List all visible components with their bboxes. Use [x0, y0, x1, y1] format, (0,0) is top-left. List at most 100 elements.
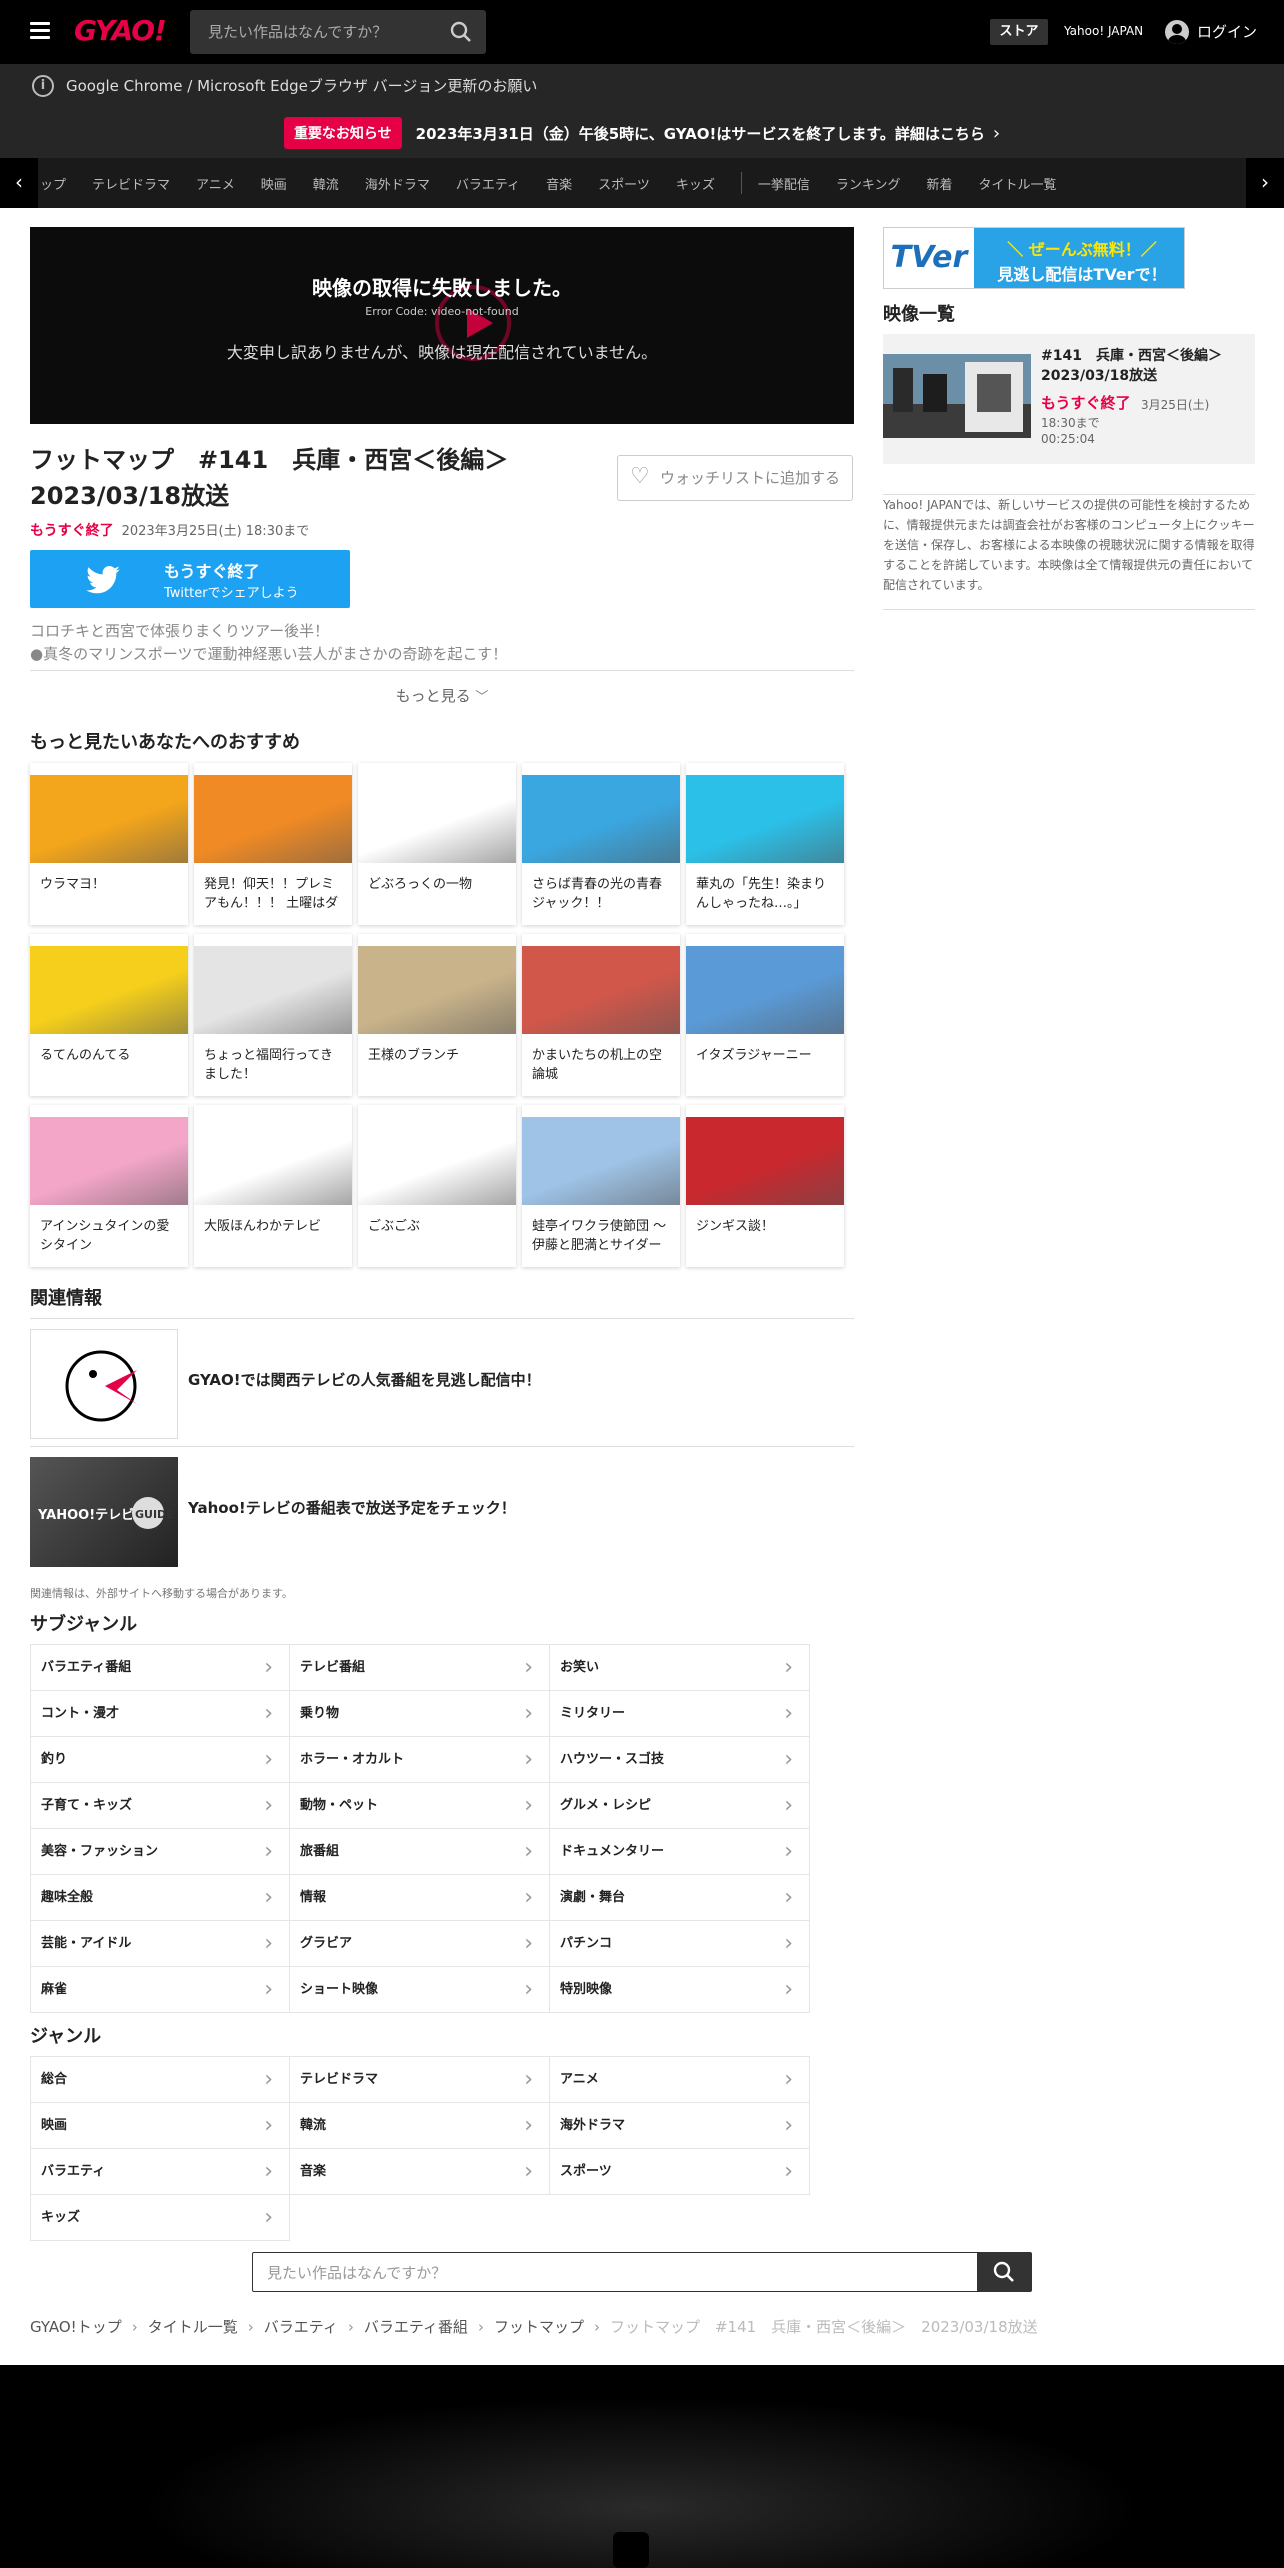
subgenre-item[interactable]: グラビア	[290, 1921, 550, 1967]
tver-line1: ＼ ぜーんぶ無料！／	[1007, 240, 1157, 259]
recommend-title: 大阪ほんわかテレビ	[204, 1219, 322, 1234]
genre-item[interactable]: 音楽	[290, 2149, 550, 2195]
genre-item[interactable]: テレビドラマ	[290, 2057, 550, 2103]
nav-item[interactable]: 映画	[261, 174, 287, 193]
recommend-card[interactable]: 王様のブランチ	[358, 934, 516, 1096]
nav-item[interactable]: ップ	[40, 174, 66, 193]
breadcrumb-link[interactable]: GYAO!トップ	[30, 2318, 122, 2336]
footer-handle-icon[interactable]	[613, 2532, 649, 2568]
subgenre-item[interactable]: パチンコ	[550, 1921, 810, 1967]
subgenre-item[interactable]: 釣り	[30, 1737, 290, 1783]
service-end-notice[interactable]: 重要なお知らせ 2023年3月31日（金）午後5時に、GYAO!はサービスを終了…	[0, 108, 1284, 158]
subgenre-item[interactable]: 麻雀	[30, 1967, 290, 2013]
subgenre-item[interactable]: ミリタリー	[550, 1691, 810, 1737]
nav-item[interactable]: 一挙配信	[758, 174, 810, 193]
gyao-logo[interactable]: GYAO!	[74, 14, 167, 47]
recommend-card[interactable]: さらば青春の光の青春ジャック！！	[522, 763, 680, 925]
genre-item[interactable]: 海外ドラマ	[550, 2103, 810, 2149]
twitter-bird-icon	[86, 566, 120, 594]
genre-item[interactable]: 韓流	[290, 2103, 550, 2149]
subgenre-item[interactable]: 芸能・アイドル	[30, 1921, 290, 1967]
browser-update-notice[interactable]: i Google Chrome / Microsoft Edgeブラウザ バージ…	[0, 64, 1284, 108]
search-input[interactable]: 見たい作品はなんですか？	[190, 10, 486, 54]
search-icon[interactable]	[450, 21, 472, 43]
recommend-card[interactable]: 蛙亭イワクラ使節団 ～伊藤と肥満とサイダー	[522, 1105, 680, 1267]
recommend-card[interactable]: 大阪ほんわかテレビ	[194, 1105, 352, 1267]
subgenre-item[interactable]: 乗り物	[290, 1691, 550, 1737]
nav-item[interactable]: キッズ	[676, 174, 715, 193]
nav-item[interactable]: 音楽	[546, 174, 572, 193]
breadcrumb-link[interactable]: フットマップ	[494, 2318, 584, 2336]
subgenre-item[interactable]: バラエティ番組	[30, 1645, 290, 1691]
nav-item[interactable]: バラエティ	[456, 174, 520, 193]
recommend-card[interactable]: かまいたちの机上の空論城	[522, 934, 680, 1096]
nav-prev-icon[interactable]: ‹	[0, 158, 38, 208]
nav-next-icon[interactable]: ›	[1246, 158, 1284, 208]
recommend-card[interactable]: アインシュタインの愛シタイン	[30, 1105, 188, 1267]
subgenre-item[interactable]: 特別映像	[550, 1967, 810, 2013]
subgenre-item[interactable]: お笑い	[550, 1645, 810, 1691]
subgenre-item[interactable]: グルメ・レシピ	[550, 1783, 810, 1829]
recommend-card[interactable]: 華丸の「先生！染まりんしゃったね…。」	[686, 763, 844, 925]
subgenre-item[interactable]: テレビ番組	[290, 1645, 550, 1691]
bottom-search-input[interactable]: 見たい作品はなんですか？	[252, 2252, 1032, 2292]
twitter-share-button[interactable]: もうすぐ終了 Twitterでシェアしよう	[30, 550, 350, 608]
nav-item[interactable]: アニメ	[196, 174, 235, 193]
subgenre-item[interactable]: ハウツー・スゴ技	[550, 1737, 810, 1783]
error-title: 映像の取得に失敗しました。	[312, 276, 572, 300]
recommend-card[interactable]: るてんのんてる	[30, 934, 188, 1096]
subgenre-item[interactable]: 動物・ペット	[290, 1783, 550, 1829]
subgenre-item[interactable]: 美容・ファッション	[30, 1829, 290, 1875]
video-list-item[interactable]: #141 兵庫・西宮＜後編＞ 2023/03/18放送 もうすぐ終了 3月25日…	[883, 334, 1255, 464]
recommend-card[interactable]: どぶろっくの一物	[358, 763, 516, 925]
recommend-card[interactable]: イタズラジャーニー	[686, 934, 844, 1096]
login-button[interactable]: ログイン	[1165, 19, 1257, 45]
subgenre-item[interactable]: コント・漫才	[30, 1691, 290, 1737]
related-item[interactable]: YAHOO!テレビ GUIDE Yahoo!テレビの番組表で放送予定をチェック！	[30, 1446, 854, 1574]
subgenre-item[interactable]: 趣味全般	[30, 1875, 290, 1921]
genre-item[interactable]: キッズ	[30, 2195, 290, 2241]
recommend-card[interactable]: ウラマヨ！	[30, 763, 188, 925]
show-more-button[interactable]: もっと見る ﹀	[30, 670, 854, 720]
breadcrumb-link[interactable]: バラエティ番組	[364, 2318, 468, 2336]
subgenre-item[interactable]: 旅番組	[290, 1829, 550, 1875]
recommend-card[interactable]: ちょっと福岡行ってきました！	[194, 934, 352, 1096]
genre-item[interactable]: 総合	[30, 2057, 290, 2103]
genre-item[interactable]: 映画	[30, 2103, 290, 2149]
subgenre-item[interactable]: 情報	[290, 1875, 550, 1921]
nav-item[interactable]: 海外ドラマ	[365, 174, 430, 193]
genre-item[interactable]: バラエティ	[30, 2149, 290, 2195]
recommend-thumbnail	[358, 775, 516, 863]
nav-item[interactable]: 新着	[926, 174, 952, 193]
tver-banner[interactable]: TVer ＼ ぜーんぶ無料！／ 見逃し配信はTVerで！	[883, 227, 1185, 289]
breadcrumb-link[interactable]: バラエティ	[264, 2318, 338, 2336]
nav-list: ップ テレビドラマ アニメ 映画 韓流 海外ドラマ バラエティ 音楽 スポーツ キッズ 一挙配信 ラン…	[40, 158, 1083, 208]
recommend-card[interactable]: ジンギス談！	[686, 1105, 844, 1267]
nav-item[interactable]: テレビドラマ	[92, 174, 170, 193]
watchlist-button[interactable]: ♡ ウォッチリストに追加する	[617, 455, 853, 501]
genre-item[interactable]: アニメ	[550, 2057, 810, 2103]
yahoo-japan-link[interactable]: Yahoo! JAPAN	[1064, 24, 1143, 38]
subgenre-item[interactable]: 演劇・舞台	[550, 1875, 810, 1921]
breadcrumb-link[interactable]: タイトル一覧	[148, 2318, 238, 2336]
genre-item[interactable]: スポーツ	[550, 2149, 810, 2195]
subgenre-item[interactable]: ドキュメンタリー	[550, 1829, 810, 1875]
recommend-card[interactable]: 発見！仰天！！プレミアもん！！！ 土曜はダ	[194, 763, 352, 925]
bottom-search-button[interactable]	[977, 2253, 1031, 2291]
store-button[interactable]: ストア	[990, 19, 1048, 45]
menu-icon[interactable]	[30, 22, 50, 40]
nav-item[interactable]: タイトル一覧	[979, 174, 1057, 193]
nav-item[interactable]: 韓流	[313, 174, 339, 193]
nav-item[interactable]: ランキング	[836, 174, 901, 193]
subgenre-item[interactable]: ショート映像	[290, 1967, 550, 2013]
subgenre-item[interactable]: 子育て・キッズ	[30, 1783, 290, 1829]
video-list-heading: 映像一覧	[883, 304, 955, 325]
related-item[interactable]: GYAO!では関西テレビの人気番組を見逃し配信中！	[30, 1318, 854, 1446]
subgenre-item[interactable]: ホラー・オカルト	[290, 1737, 550, 1783]
twitter-sub-label: Twitterでシェアしよう	[164, 586, 299, 601]
video-player[interactable]: 映像の取得に失敗しました。 Error Code: video-not-foun…	[30, 227, 854, 424]
recommend-card[interactable]: ごぶごぶ	[358, 1105, 516, 1267]
nav-item[interactable]: スポーツ	[598, 174, 650, 193]
recommend-thumbnail	[522, 775, 680, 863]
availability: もうすぐ終了 2023年3月25日(土) 18:30まで	[30, 520, 309, 540]
